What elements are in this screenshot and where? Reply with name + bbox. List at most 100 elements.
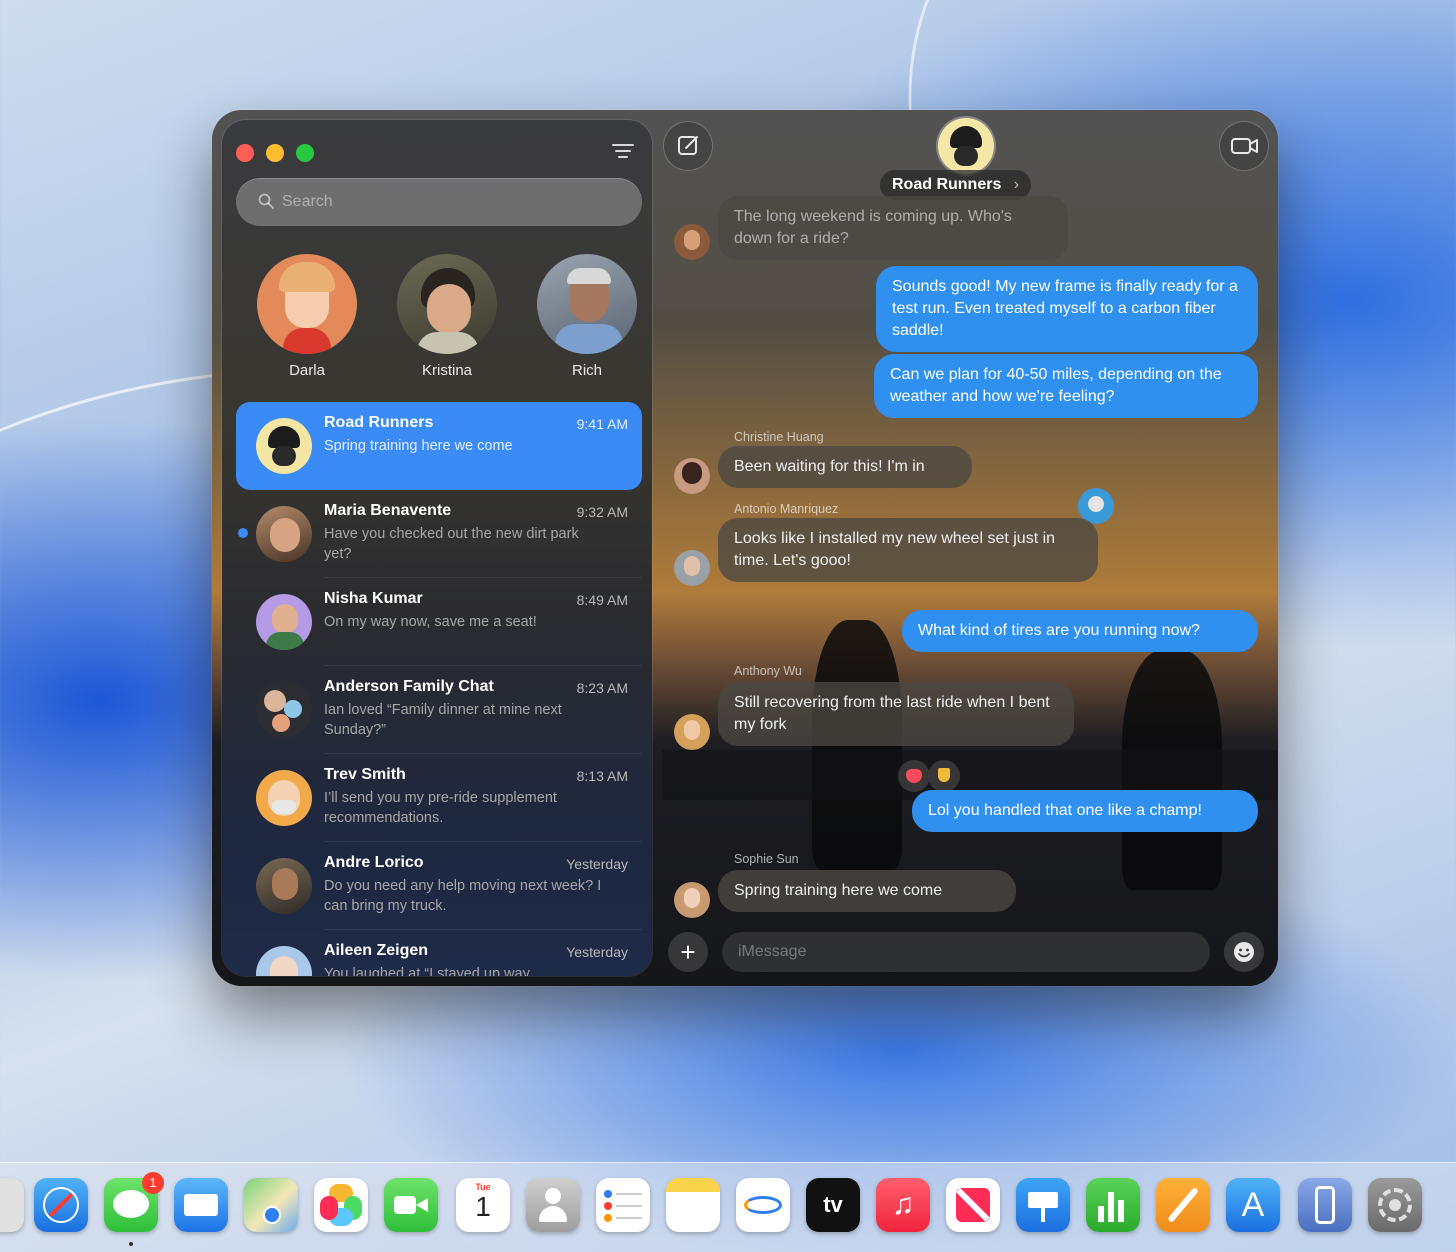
reminders-icon[interactable]: [596, 1178, 650, 1232]
message-input[interactable]: [722, 932, 1210, 972]
conversation-time: 9:41 AM: [576, 416, 628, 432]
message-bubble[interactable]: Spring training here we come: [718, 870, 1016, 912]
pinned-contact-darla[interactable]: Darla: [252, 254, 362, 379]
compose-button[interactable]: [664, 122, 712, 170]
search-field[interactable]: [236, 178, 642, 226]
search-icon: [258, 193, 274, 209]
calendar-icon[interactable]: Tue 1: [456, 1178, 510, 1232]
music-icon[interactable]: ♫: [876, 1178, 930, 1232]
avatar: [256, 946, 312, 976]
conversation-time: 8:13 AM: [576, 768, 628, 784]
message-bubble[interactable]: Looks like I installed my new wheel set …: [718, 518, 1098, 582]
emoji-icon: [1234, 942, 1254, 962]
plus-icon: +: [680, 937, 696, 967]
freeform-icon[interactable]: [736, 1178, 790, 1232]
pinned-contact-name: Darla: [289, 362, 325, 379]
pinned-contact-rich[interactable]: Rich: [532, 254, 642, 379]
sender-avatar[interactable]: [674, 458, 710, 494]
facetime-video-button[interactable]: [1220, 122, 1268, 170]
calendar-day: 1: [475, 1191, 491, 1222]
sender-avatar[interactable]: [674, 550, 710, 586]
message-bubble[interactable]: Sounds good! My new frame is finally rea…: [876, 266, 1258, 352]
message-bubble[interactable]: The long weekend is coming up. Who's dow…: [718, 196, 1068, 260]
app-store-icon[interactable]: A: [1226, 1178, 1280, 1232]
conversation-title: Anderson Family Chat: [324, 678, 494, 695]
message-bubble[interactable]: Still recovering from the last ride when…: [718, 682, 1074, 746]
sender-avatar[interactable]: [674, 714, 710, 750]
conversation-anderson-family-chat[interactable]: Anderson Family Chat 8:23 AM Ian loved “…: [236, 666, 642, 754]
conversation-preview: Do you need any help moving next week? I…: [324, 878, 602, 914]
conversation-road-runners[interactable]: Road Runners 9:41 AM Spring training her…: [236, 402, 642, 490]
message-bubble[interactable]: Can we plan for 40-50 miles, depending o…: [874, 354, 1258, 418]
conversation-nisha-kumar[interactable]: Nisha Kumar 8:49 AM On my way now, save …: [236, 578, 642, 666]
tapback-reaction[interactable]: [898, 760, 930, 792]
conversation-time: Yesterday: [566, 856, 628, 872]
pinned-contact-kristina[interactable]: Kristina: [392, 254, 502, 379]
conversation-title: Road Runners: [324, 414, 434, 431]
avatar: [256, 594, 312, 650]
message-bubble[interactable]: What kind of tires are you running now?: [902, 610, 1258, 652]
launchpad-icon[interactable]: [0, 1178, 24, 1232]
sender-name: Christine Huang: [734, 430, 824, 444]
contacts-icon[interactable]: [526, 1178, 580, 1232]
sender-name: Anthony Wu: [734, 664, 802, 678]
conversation-preview: Spring training here we come: [324, 438, 513, 454]
message-bubble[interactable]: Been waiting for this! I'm in: [718, 446, 972, 488]
emoji-button[interactable]: [1224, 932, 1264, 972]
keynote-icon[interactable]: [1016, 1178, 1070, 1232]
search-input[interactable]: [282, 190, 622, 214]
conversation-time: 8:49 AM: [576, 592, 628, 608]
avatar: [397, 254, 497, 354]
notes-icon[interactable]: [666, 1178, 720, 1232]
message-bubble[interactable]: Lol you handled that one like a champ!: [912, 790, 1258, 832]
unread-indicator: [238, 528, 248, 538]
close-window-button[interactable]: [236, 144, 254, 162]
sender-avatar[interactable]: [674, 882, 710, 918]
mail-icon[interactable]: [174, 1178, 228, 1232]
pinned-contact-name: Kristina: [421, 362, 473, 379]
running-indicator: [129, 1242, 133, 1246]
avatar: [256, 682, 312, 738]
conversation-aileen-zeigen[interactable]: Aileen Zeigen Yesterday You laughed at “…: [236, 930, 642, 976]
iphone-mirroring-icon[interactable]: [1298, 1178, 1352, 1232]
safari-icon[interactable]: [34, 1178, 88, 1232]
compose-icon: [678, 136, 698, 155]
pages-icon[interactable]: [1156, 1178, 1210, 1232]
tv-icon[interactable]: tv: [806, 1178, 860, 1232]
facetime-icon[interactable]: [384, 1178, 438, 1232]
tapback-reaction[interactable]: [928, 760, 960, 792]
conversation-preview: On my way now, save me a seat!: [324, 614, 537, 630]
conversation-title: Andre Lorico: [324, 854, 424, 871]
conversation-time: 8:23 AM: [576, 680, 628, 696]
minimize-window-button[interactable]: [266, 144, 284, 162]
sender-name: Sophie Sun: [734, 852, 799, 866]
news-icon[interactable]: [946, 1178, 1000, 1232]
conversation-trev-smith[interactable]: Trev Smith 8:13 AM I’ll send you my pre-…: [236, 754, 642, 842]
conversation-preview: You laughed at “I stayed up way: [324, 966, 530, 976]
sender-avatar[interactable]: [674, 224, 710, 260]
conversation-title: Aileen Zeigen: [324, 942, 429, 959]
conversation-time: 9:32 AM: [576, 504, 628, 520]
zoom-window-button[interactable]: [296, 144, 314, 162]
avatar: [256, 506, 312, 562]
numbers-icon[interactable]: [1086, 1178, 1140, 1232]
conversation-andre-lorico[interactable]: Andre Lorico Yesterday Do you need any h…: [236, 842, 642, 930]
sender-name: Antonio Manriquez: [734, 502, 839, 516]
photos-icon[interactable]: [314, 1178, 368, 1232]
avatar: [256, 858, 312, 914]
system-settings-icon[interactable]: [1368, 1178, 1422, 1232]
sidebar: Darla Kristina Rich Road Runners: [222, 120, 652, 976]
avatar: [256, 418, 312, 474]
filter-icon[interactable]: [612, 144, 634, 162]
group-avatar[interactable]: [938, 118, 994, 174]
tv-label: tv: [823, 1192, 843, 1217]
maps-icon[interactable]: [244, 1178, 298, 1232]
messages-window: Darla Kristina Rich Road Runners: [212, 110, 1278, 986]
conversation-title: Trev Smith: [324, 766, 406, 783]
conversation-maria-benavente[interactable]: Maria Benavente 9:32 AM Have you checked…: [236, 490, 642, 578]
conversation-preview: Ian loved “Family dinner at mine next Su…: [324, 702, 562, 738]
add-attachment-button[interactable]: +: [668, 932, 708, 972]
pinned-contact-name: Rich: [571, 362, 602, 379]
avatar: [256, 770, 312, 826]
avatar: [537, 254, 637, 354]
